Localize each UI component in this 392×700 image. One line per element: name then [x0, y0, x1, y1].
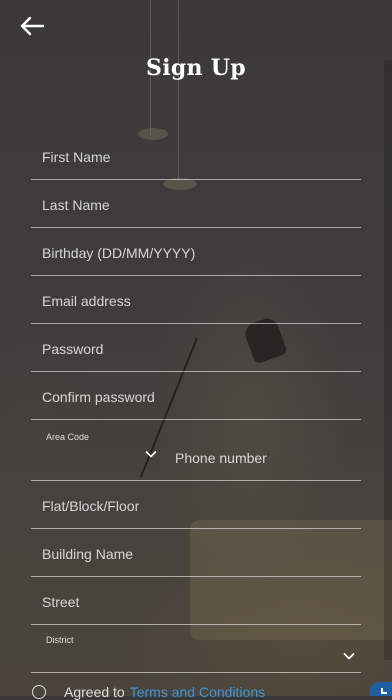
building-name-field[interactable]: Building Name	[31, 529, 361, 577]
terms-row: Agreed to Terms and Conditions	[32, 684, 265, 700]
birthday-field[interactable]: Birthday (DD/MM/YYYY)	[31, 228, 361, 276]
district-select[interactable]: District	[31, 625, 361, 673]
phone-number-placeholder: Phone number	[175, 450, 267, 466]
chevron-down-icon	[145, 450, 157, 458]
chevron-down-icon	[343, 652, 355, 660]
arrow-left-icon	[20, 16, 45, 36]
area-code-label: Area Code	[46, 432, 90, 442]
terms-link[interactable]: Terms and Conditions	[130, 684, 265, 700]
flat-block-floor-field[interactable]: Flat/Block/Floor	[31, 481, 361, 529]
phone-row: Area Code Phone number	[31, 420, 361, 481]
terms-radio[interactable]	[32, 685, 46, 699]
email-field[interactable]: Email address	[31, 276, 361, 324]
last-name-placeholder: Last Name	[42, 197, 110, 213]
last-name-field[interactable]: Last Name	[31, 180, 361, 228]
phone-number-field[interactable]: Phone number	[167, 420, 361, 480]
password-placeholder: Password	[42, 341, 104, 357]
area-code-select[interactable]: Area Code	[31, 420, 166, 480]
email-placeholder: Email address	[42, 293, 131, 309]
signup-form: First Name Last Name Birthday (DD/MM/YYY…	[31, 132, 361, 673]
first-name-field[interactable]: First Name	[31, 132, 361, 180]
back-button[interactable]	[14, 10, 50, 42]
street-field[interactable]: Street	[31, 577, 361, 625]
first-name-placeholder: First Name	[42, 149, 111, 165]
password-field[interactable]: Password	[31, 324, 361, 372]
confirm-password-placeholder: Confirm password	[42, 389, 155, 405]
flat-block-floor-placeholder: Flat/Block/Floor	[42, 498, 140, 514]
window-edge	[384, 60, 392, 660]
birthday-placeholder: Birthday (DD/MM/YYYY)	[42, 245, 196, 261]
building-name-placeholder: Building Name	[42, 546, 134, 562]
confirm-password-field[interactable]: Confirm password	[31, 372, 361, 420]
page-title: Sign Up	[146, 55, 246, 81]
street-placeholder: Street	[42, 594, 80, 610]
corner-badge-icon	[370, 682, 392, 696]
district-label: District	[46, 635, 74, 645]
terms-prefix: Agreed to	[64, 684, 125, 700]
